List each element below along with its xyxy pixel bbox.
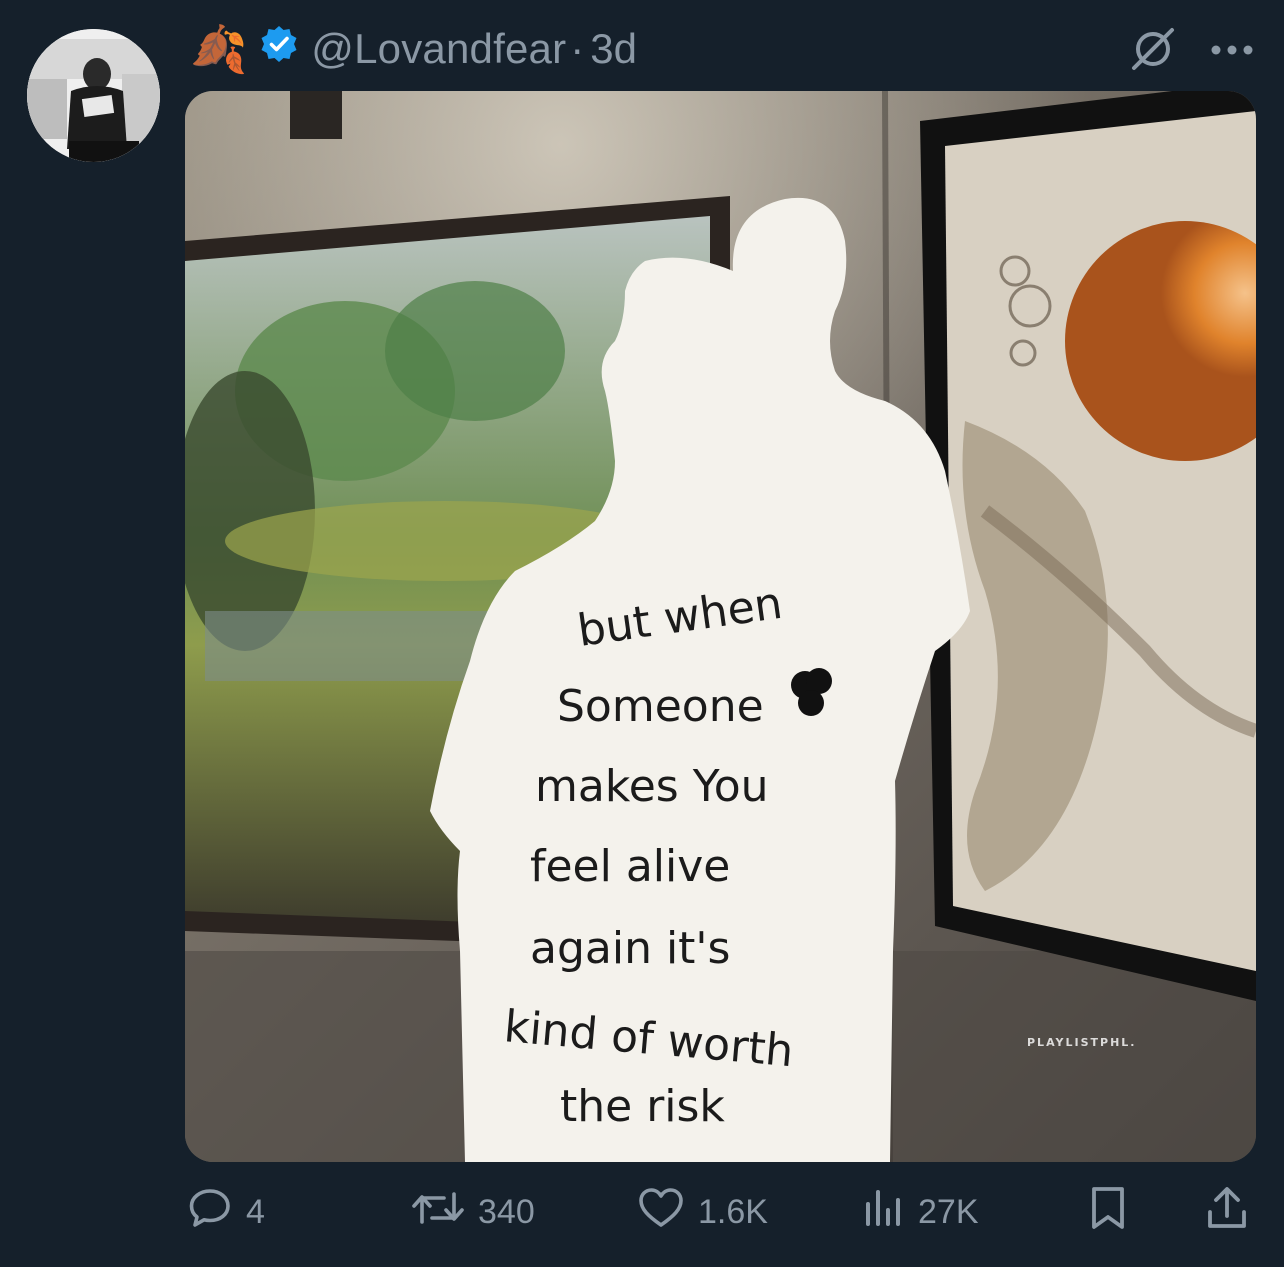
gallery-photo: but when Someone makes You feel alive ag… [185,91,1256,1162]
heart-icon [636,1184,686,1241]
author-name-emoji[interactable]: 🍂 [190,22,247,77]
reply-button[interactable]: 4 [186,1180,265,1244]
like-count: 1.6K [698,1192,768,1231]
bar-chart-icon [862,1184,906,1241]
reply-bubble-icon [186,1184,234,1241]
reply-count: 4 [246,1192,265,1231]
header-separator: · [570,25,585,72]
avatar-photo [27,29,160,162]
more-dots-icon[interactable] [1210,43,1254,61]
repost-button[interactable]: 340 [410,1180,535,1244]
post-image[interactable]: but when Someone makes You feel alive ag… [185,91,1256,1162]
tweet-age[interactable]: 3d [590,25,637,73]
author-avatar[interactable] [27,29,160,162]
hand-line-5: again it's [530,923,730,974]
hand-line-3: makes You [535,761,769,812]
views-button[interactable]: 27K [862,1180,979,1244]
hand-line-4: feel alive [530,841,730,892]
share-upload-icon [1205,1184,1249,1241]
share-button[interactable] [1205,1180,1249,1244]
hand-line-7: the risk [560,1081,725,1132]
watermark: PLAYLISTPHL. [1027,1036,1136,1049]
tweet-top-icons [1130,26,1254,77]
like-button[interactable]: 1.6K [636,1180,768,1244]
bookmark-icon [1088,1184,1128,1241]
bookmark-button[interactable] [1088,1180,1128,1244]
repost-count: 340 [478,1192,535,1231]
verified-badge-icon [259,24,299,74]
view-count: 27K [918,1192,979,1231]
repost-icon [410,1184,466,1241]
tweet-actions: 4 340 1.6K 27K [0,1180,1284,1250]
slashed-circle-icon[interactable] [1130,26,1176,77]
hand-line-2: Someone [557,681,764,732]
author-handle[interactable]: @Lovandfear [311,25,566,73]
tweet-header: 🍂 @Lovandfear · 3d [190,22,637,76]
